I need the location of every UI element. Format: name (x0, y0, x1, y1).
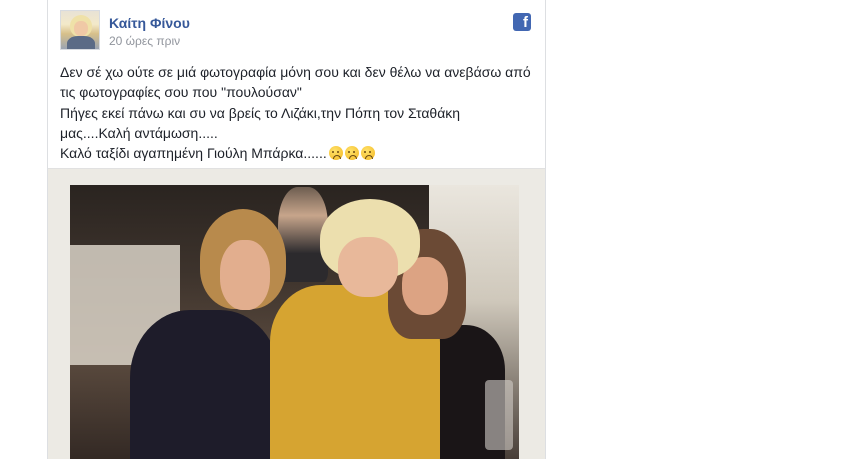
facebook-icon[interactable]: f (513, 13, 531, 31)
post-header: Καίτη Φίνου 20 ώρες πριν f (60, 10, 533, 52)
post-text-line: Πήγες εκεί πάνω και συ να βρείς το Λιζάκ… (60, 104, 461, 121)
author-name[interactable]: Καίτη Φίνου (109, 15, 190, 31)
crying-face-icon (360, 146, 375, 161)
post-text-line: τις φωτογραφίες σου που "πουλούσαν" (60, 84, 302, 101)
post-text-line: Καλό ταξίδι αγαπημένη Γιούλη Μπάρκα.....… (60, 145, 327, 162)
post-text-line: Δεν σέ χω ούτε σε μιά φωτογραφία μόνη σο… (60, 64, 531, 80)
post-photo[interactable] (70, 185, 519, 459)
post-photo-container (48, 168, 545, 459)
post-text-line: μας....Καλή αντάμωση..... (60, 124, 218, 141)
post-text-line-last: Καλό ταξίδι αγαπημένη Γιούλη Μπάρκα.....… (60, 143, 535, 163)
facebook-post-card: Καίτη Φίνου 20 ώρες πριν f Δεν σέ χω ούτ… (47, 0, 546, 459)
post-text: Δεν σέ χω ούτε σε μιά φωτογραφία μόνη σο… (60, 62, 535, 163)
post-timestamp[interactable]: 20 ώρες πριν (109, 34, 180, 48)
author-avatar[interactable] (60, 10, 100, 50)
crying-face-icon (328, 146, 343, 161)
crying-face-icon (344, 146, 359, 161)
